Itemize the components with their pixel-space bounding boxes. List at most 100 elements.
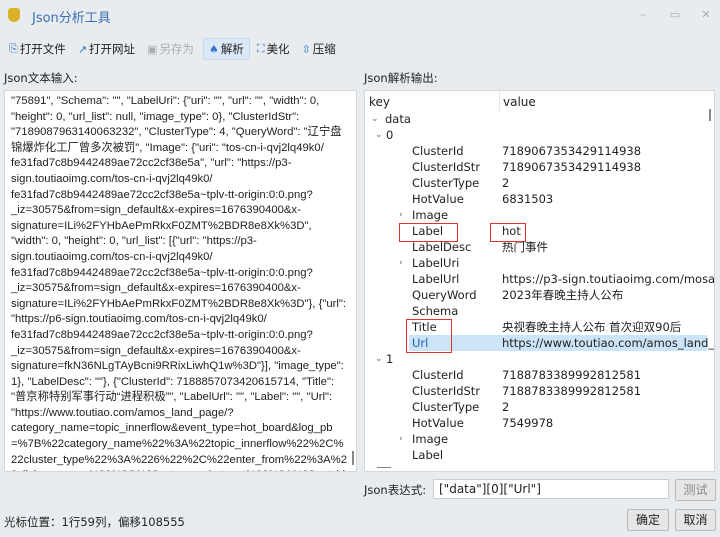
text-line: fe31fad7c8b9442489ae72cc2cf38e5a~tplv-tt… [11, 188, 313, 201]
text-line: signature=ILi%2FYHbAePmRkxF0ZMT%2BDR8e8X… [11, 219, 312, 232]
tree-key: ClusterIdStr [412, 384, 481, 398]
tree-row[interactable]: ⌄ data [365, 111, 710, 127]
tree-key: ClusterId [412, 368, 464, 382]
chevron-down-icon[interactable]: ⌄ [375, 351, 383, 367]
tree-row[interactable]: ⌄ 1 [365, 351, 710, 367]
text-line: sign.toutiaoimg.com/tos-cn-i-qvj2lq49k0/ [11, 172, 213, 185]
test-button[interactable]: 测试 [675, 479, 716, 501]
tree-value: 7189067353429114938 [502, 144, 642, 158]
tree-value: 6831503 [502, 192, 554, 206]
expression-input[interactable]: ["data"][0]["Url"] [433, 479, 669, 499]
column-divider [499, 91, 500, 111]
tree-value: https://www.toutiao.com/amos_land_pa [502, 336, 715, 350]
tree-row[interactable]: Label [365, 447, 710, 463]
tree-key: ClusterIdStr [412, 160, 481, 174]
minimize-button[interactable]: – [633, 6, 653, 24]
text-line: 22cluster_type%22%3A%226%22%2C%22enter_f… [11, 453, 347, 466]
tree-key: Image [412, 208, 449, 222]
expand-icon: ⛶ [256, 42, 265, 55]
tree-key: LabelUrl [412, 272, 460, 286]
text-line: "height": 0, "url_list": null, "image_ty… [11, 110, 300, 123]
tree-row[interactable]: › Image [365, 207, 710, 223]
file-icon: ⎘ [9, 42, 18, 55]
cancel-button[interactable]: 取消 [675, 509, 716, 531]
tree-row[interactable]: QueryWord 2023年春晚主持人公布 [365, 287, 710, 303]
text-scrollbar[interactable] [352, 451, 354, 465]
text-line: category_name=topic_innerflow&event_type… [11, 422, 333, 435]
text-line: "width": 0, "height": 0, "url_list": [{"… [11, 235, 257, 248]
column-header-key[interactable]: key [369, 95, 390, 109]
tree-row[interactable]: LabelUrl https://p3-sign.toutiaoimg.com/m… [365, 271, 714, 287]
tree-row[interactable]: ClusterType 2 [365, 399, 710, 415]
tree-row[interactable]: › LabelUri [365, 255, 710, 271]
tree-row[interactable]: HotValue 7549978 [365, 415, 710, 431]
toolbar-button-0[interactable]: ⎘ 打开文件 [4, 38, 71, 60]
json-text-input[interactable]: "75891", "Schema": "", "LabelUri": {"uri… [4, 90, 357, 472]
text-line: 锦爆炸化工厂曾多次被罚", "Image": {"uri": "tos-cn-i… [11, 141, 324, 154]
input-label: Json文本输入: [4, 71, 78, 85]
toolbar: ⎘ 打开文件 ↗ 打开网址 ▣ 另存为 ♠ 解析 ⛶ 美化 ⇳ 压缩 [4, 38, 341, 60]
close-button[interactable]: ✕ [696, 6, 716, 24]
chevron-down-icon[interactable]: ⌄ [371, 111, 379, 127]
tree-key: ClusterType [412, 400, 480, 414]
tree-row[interactable]: Schema [365, 303, 710, 319]
toolbar-button-1[interactable]: ↗ 打开网址 [73, 38, 140, 60]
tree-key: QueryWord [412, 288, 477, 302]
tree-row[interactable]: ClusterId 7189067353429114938 [365, 143, 710, 159]
toolbar-button-3[interactable]: ♠ 解析 [202, 38, 250, 60]
tree-row[interactable]: ClusterIdStr 7188783389992812581 [365, 383, 710, 399]
horizontal-scrollbar[interactable] [377, 467, 391, 468]
chevron-right-icon[interactable]: › [399, 207, 403, 223]
toolbar-button-2[interactable]: ▣ 另存为 [142, 38, 199, 60]
tree-key: Schema [412, 304, 459, 318]
text-line: "https://www.toutiao.com/amos_land_page/… [11, 406, 234, 419]
toolbar-button-5[interactable]: ⇳ 压缩 [297, 38, 341, 60]
json-tree-view[interactable]: key value ⌄ data ⌄ 0 ClusterId 71890673534291… [364, 90, 715, 472]
toolbar-button-label: 打开文件 [19, 42, 66, 56]
app-icon [8, 8, 20, 22]
text-line: fe31fad7c8b9442489ae72cc2cf38e5a~tplv-tt… [11, 266, 313, 279]
text-line: 1}, "LabelDesc": ""}, {"ClusterId": 7188… [11, 375, 335, 388]
tree-row[interactable]: HotValue 6831503 [365, 191, 710, 207]
chevron-right-icon[interactable]: › [399, 255, 403, 271]
tree-key: Image [412, 432, 449, 446]
text-line: "75891", "Schema": "", "LabelUri": {"uri… [11, 95, 320, 107]
highlight-box-title-url [406, 319, 452, 353]
toolbar-button-label: 另存为 [159, 42, 194, 56]
tree-row[interactable]: › Image [365, 431, 710, 447]
tree-value: 7188783389992812581 [502, 368, 642, 382]
tree-key: ClusterType [412, 176, 480, 190]
column-header-value[interactable]: value [503, 95, 536, 109]
tree-value: 2 [502, 400, 510, 414]
json-text-content[interactable]: "75891", "Schema": "", "LabelUri": {"uri… [5, 91, 356, 471]
tree-scrollbar[interactable] [709, 109, 711, 121]
tree-key: 0 [386, 128, 394, 142]
tree-key: Label [412, 448, 444, 462]
maximize-button[interactable]: ▭ [665, 6, 685, 24]
chevron-right-icon[interactable]: › [399, 431, 403, 447]
ok-button[interactable]: 确定 [627, 509, 669, 531]
tree-value: 7549978 [502, 416, 554, 430]
tree-value: 7189067353429114938 [502, 160, 642, 174]
tree-key: 1 [386, 352, 394, 366]
tree-row[interactable]: ClusterType 2 [365, 175, 710, 191]
text-line: "普京称特别军事行动“进程积极”", "LabelUrl": "", "Labe… [11, 391, 333, 404]
tree-key: data [385, 112, 411, 126]
highlight-box-label-value [490, 223, 526, 242]
tree-row[interactable]: ClusterIdStr 7189067353429114938 [365, 159, 710, 175]
text-line: "7189087963140063232", "ClusterType": 4,… [11, 126, 342, 139]
text-line: signature=ILi%2FYHbAePmRkxF0ZMT%2BDR8e8X… [11, 297, 347, 310]
tree-row[interactable]: ⌄ 0 [365, 127, 710, 143]
tree-value: 2023年春晚主持人公布 [502, 288, 624, 302]
text-line: _iz=30575&from=sign_default&x-expires=16… [11, 282, 301, 295]
tree-row[interactable]: Url https://www.toutiao.com/amos_land_pa [409, 335, 714, 351]
toolbar-button-4[interactable]: ⛶ 美化 [252, 38, 295, 60]
tree-value: 央视春晚主持人公布 首次迎双90后 [502, 320, 682, 334]
chevron-down-icon[interactable]: ⌄ [375, 127, 383, 143]
tree-row[interactable]: ClusterId 7188783389992812581 [365, 367, 710, 383]
text-line: fe31fad7c8b9442489ae72cc2cf38e5a~tplv-tt… [11, 328, 313, 341]
tree-key: LabelUri [412, 256, 460, 270]
tree-key: HotValue [412, 416, 464, 430]
toolbar-button-label: 压缩 [312, 42, 336, 56]
cursor-status: 光标位置：1行59列，偏移108555 [4, 515, 185, 529]
